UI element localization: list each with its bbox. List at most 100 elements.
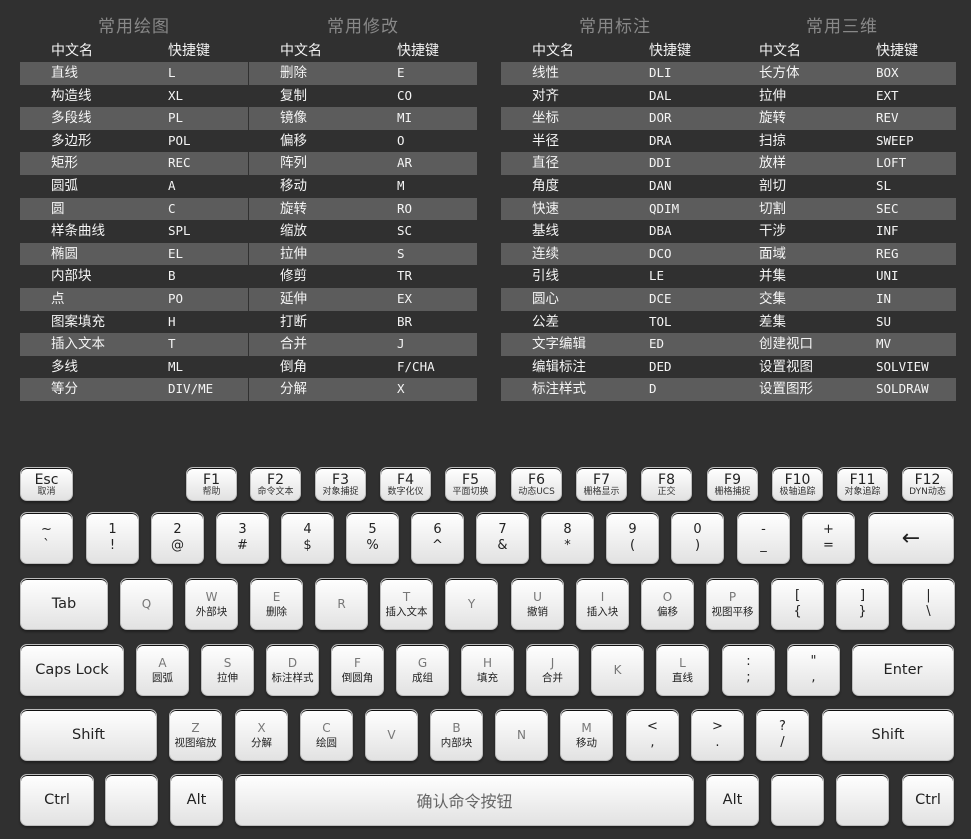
bottom-row-key[interactable]: <, — [626, 709, 679, 761]
f8-key[interactable]: F8 正交 — [641, 467, 692, 501]
qwerty-row-key[interactable]: | \ — [902, 578, 955, 630]
home-row-key[interactable]: ", — [787, 644, 840, 696]
command-name: 圆 — [51, 200, 65, 217]
bottom-row-key[interactable]: B 内部块 — [430, 709, 483, 761]
f12-key[interactable]: F12 DYN动态 — [902, 467, 953, 501]
command-name: 直线 — [51, 65, 78, 81]
command-key: EX — [397, 290, 413, 306]
home-row-key[interactable]: H 填充 — [461, 644, 514, 696]
qwerty-row-key[interactable]: P 视图平移 — [706, 578, 759, 630]
key-sublabel: 外部块 — [195, 605, 228, 618]
qwerty-row-key[interactable]: O 偏移 — [641, 578, 694, 630]
right-ctrl-key[interactable]: Ctrl — [902, 774, 954, 826]
key-label: | — [926, 588, 931, 603]
bottom-row-key[interactable]: M 移动 — [560, 709, 613, 761]
home-row-key[interactable]: F 倒圆角 — [331, 644, 384, 696]
number-row-key[interactable]: 1! — [86, 512, 139, 564]
command-key: F/CHA — [397, 358, 435, 374]
command-name: 缩放 — [280, 223, 307, 240]
key-label: ~ — [41, 522, 52, 537]
home-row-key[interactable]: L 直线 — [656, 644, 709, 696]
right-alt-key[interactable]: Alt — [706, 774, 759, 826]
space-confirm-key[interactable]: 确认命令按钮 — [235, 774, 694, 826]
bottom-row-key[interactable]: >. — [691, 709, 744, 761]
f9-key[interactable]: F9 栅格捕捉 — [707, 467, 758, 501]
command-name: 引线 — [532, 268, 559, 285]
blank-key[interactable] — [836, 774, 889, 826]
number-row-key[interactable]: - _ — [737, 512, 790, 564]
number-row-key[interactable]: 8 * — [541, 512, 594, 564]
f11-key[interactable]: F11 对象追踪 — [837, 467, 888, 501]
key-label: G — [417, 655, 428, 670]
qwerty-row-key[interactable]: ]} — [836, 578, 889, 630]
table-row: 阵列 AR — [249, 152, 477, 175]
number-row-key[interactable]: 3 # — [216, 512, 269, 564]
tab-key[interactable]: Tab — [20, 578, 108, 630]
qwerty-row-key[interactable]: R — [315, 578, 368, 630]
blank-key[interactable] — [771, 774, 824, 826]
qwerty-row-key[interactable]: [{ — [771, 578, 824, 630]
left-shift-key[interactable]: Shift — [20, 709, 157, 761]
number-row-key[interactable]: 4 $ — [281, 512, 334, 564]
home-row-key[interactable]: J 合并 — [526, 644, 579, 696]
left-alt-key[interactable]: Alt — [170, 774, 223, 826]
home-row-key[interactable]: A 圆弧 — [136, 644, 189, 696]
command-name: 旋转 — [280, 200, 307, 217]
home-row-key[interactable]: D 标注样式 — [266, 644, 319, 696]
bottom-row-key[interactable]: C 绘圆 — [300, 709, 353, 761]
f2-key[interactable]: F2 命令文本 — [250, 467, 301, 501]
qwerty-row-key[interactable]: W 外部块 — [185, 578, 238, 630]
backspace-key[interactable]: ← — [868, 512, 954, 564]
bottom-row-key[interactable]: N — [495, 709, 548, 761]
number-row-key[interactable]: 2 @ — [151, 512, 204, 564]
f7-key[interactable]: F7 栅格显示 — [576, 467, 627, 501]
home-row-key[interactable]: :; — [722, 644, 775, 696]
key-label: 7 — [498, 522, 507, 537]
qwerty-row-key[interactable]: I 插入块 — [576, 578, 629, 630]
key-sublabel: 视图缩放 — [174, 736, 217, 749]
qwerty-row-key[interactable]: T 插入文本 — [380, 578, 433, 630]
f5-key[interactable]: F5 平面切换 — [445, 467, 496, 501]
shortcut-column: 常用标注 中文名 快捷键 线性 DLI 对齐 DAL 坐标 DOR 半径 DRA 直径 … — [501, 14, 729, 401]
number-row-key[interactable]: 6 ^ — [411, 512, 464, 564]
number-row-key[interactable]: ~ ` — [20, 512, 73, 564]
command-name: 旋转 — [759, 110, 786, 127]
number-row-key[interactable]: 0) — [671, 512, 724, 564]
blank-key[interactable] — [105, 774, 158, 826]
home-row-key[interactable]: S 拉伸 — [201, 644, 254, 696]
table-row: 切割 SEC — [728, 197, 956, 221]
key-label: F7 — [593, 472, 610, 488]
f6-key[interactable]: F6 动态UCS — [511, 467, 562, 501]
right-shift-key[interactable]: Shift — [822, 709, 954, 761]
bottom-row-key[interactable]: V — [365, 709, 418, 761]
caps-lock-key[interactable]: Caps Lock — [20, 644, 124, 696]
home-row-key[interactable]: G 成组 — [396, 644, 449, 696]
qwerty-row-key[interactable]: U 撤销 — [511, 578, 564, 630]
command-name: 半径 — [532, 132, 559, 149]
f3-key[interactable]: F3 对象捕捉 — [315, 467, 366, 501]
enter-key[interactable]: Enter — [852, 644, 954, 696]
number-row-key[interactable]: 9( — [606, 512, 659, 564]
key-sublabel: 对象捕捉 — [322, 487, 359, 497]
esc-key[interactable]: Esc 取消 — [20, 467, 73, 501]
f1-key[interactable]: F1 帮助 — [186, 467, 237, 501]
number-row-key[interactable]: 7 & — [476, 512, 529, 564]
left-ctrl-key[interactable]: Ctrl — [20, 774, 94, 826]
f4-key[interactable]: F4 数字化仪 — [380, 467, 431, 501]
qwerty-row-key[interactable]: Q — [120, 578, 173, 630]
command-key: REC — [168, 155, 191, 171]
key-label: R — [337, 596, 346, 611]
number-row-key[interactable]: 5% — [346, 512, 399, 564]
backspace-arrow-icon: ← — [901, 525, 921, 551]
f10-key[interactable]: F10 极轴追踪 — [772, 467, 823, 501]
command-key: SL — [876, 177, 892, 193]
command-key: EL — [168, 245, 184, 261]
qwerty-row-key[interactable]: E 删除 — [250, 578, 303, 630]
key-label: F9 — [724, 472, 741, 488]
qwerty-row-key[interactable]: Y — [445, 578, 498, 630]
home-row-key[interactable]: K — [591, 644, 644, 696]
number-row-key[interactable]: + = — [802, 512, 855, 564]
bottom-row-key[interactable]: X 分解 — [235, 709, 288, 761]
bottom-row-key[interactable]: Z 视图缩放 — [169, 709, 222, 761]
bottom-row-key[interactable]: ? / — [756, 709, 809, 761]
